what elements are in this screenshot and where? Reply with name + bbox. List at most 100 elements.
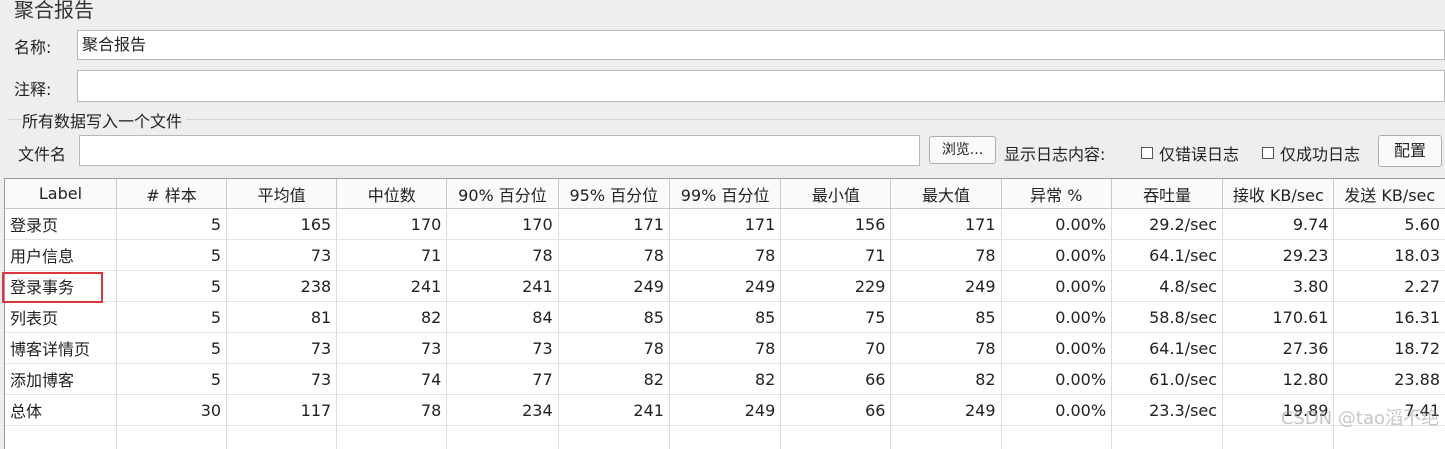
table-cell: 170 [337, 209, 447, 240]
table-cell: 23.3/sec [1112, 395, 1223, 426]
column-header[interactable]: # 样本 [116, 179, 226, 209]
checkbox-box[interactable] [1262, 147, 1274, 159]
column-header[interactable]: 99% 百分位 [669, 179, 780, 209]
table-cell: 171 [669, 209, 780, 240]
table-cell: 241 [558, 395, 669, 426]
errors-only-label: 仅错误日志 [1159, 141, 1239, 165]
table-cell: 78 [669, 333, 780, 364]
table-cell: 5 [116, 240, 226, 271]
table-cell: 30 [116, 395, 226, 426]
configure-button[interactable]: 配置 [1378, 135, 1442, 167]
table-cell: 3.80 [1223, 271, 1334, 302]
table-cell: 234 [447, 395, 558, 426]
file-name-label: 文件名 [18, 141, 66, 165]
table-cell [1112, 426, 1223, 449]
errors-only-checkbox[interactable]: 仅错误日志 [1141, 141, 1239, 165]
table-cell: 85 [669, 302, 780, 333]
table-cell: 18.72 [1334, 333, 1445, 364]
table-row[interactable]: 登录事务52382412412492492292490.00%4.8/sec3.… [5, 271, 1445, 302]
table-cell: 0.00% [1001, 302, 1112, 333]
table-cell [891, 426, 1001, 449]
column-header[interactable]: 最小值 [781, 179, 891, 209]
table-cell: 2.27 [1334, 271, 1445, 302]
table-cell: 添加博客 [5, 364, 116, 395]
file-name-input[interactable] [79, 135, 920, 166]
table-cell [447, 426, 558, 449]
group-divider [8, 119, 1445, 120]
table-cell: 5 [116, 302, 226, 333]
column-header[interactable]: 发送 KB/sec [1334, 179, 1445, 209]
column-header[interactable]: 吞吐量 [1112, 179, 1223, 209]
column-header[interactable]: 95% 百分位 [558, 179, 669, 209]
table-cell: 71 [781, 240, 891, 271]
table-cell: 64.1/sec [1112, 333, 1223, 364]
table-row[interactable]: 添加博客5737477828266820.00%61.0/sec12.8023.… [5, 364, 1445, 395]
column-header[interactable]: 最大值 [891, 179, 1001, 209]
table-cell: 5.60 [1334, 209, 1445, 240]
table-cell: 78 [558, 333, 669, 364]
table-cell: 58.8/sec [1112, 302, 1223, 333]
table-cell: 241 [447, 271, 558, 302]
table-cell: 78 [558, 240, 669, 271]
table-cell: 73 [337, 333, 447, 364]
table-cell: 82 [891, 364, 1001, 395]
table-cell: 0.00% [1001, 271, 1112, 302]
table-cell: 9.74 [1223, 209, 1334, 240]
column-header[interactable]: 接收 KB/sec [1223, 179, 1334, 209]
column-header[interactable]: 异常 % [1001, 179, 1112, 209]
table-cell: 29.23 [1223, 240, 1334, 271]
table-cell: 249 [891, 395, 1001, 426]
column-header[interactable]: 中位数 [337, 179, 447, 209]
table-cell: 238 [227, 271, 337, 302]
table-cell: 81 [227, 302, 337, 333]
table-cell: 73 [227, 333, 337, 364]
table-cell [1001, 426, 1112, 449]
success-only-label: 仅成功日志 [1280, 141, 1360, 165]
column-header[interactable]: 90% 百分位 [447, 179, 558, 209]
table-cell: 73 [227, 240, 337, 271]
table-cell: 5 [116, 333, 226, 364]
browse-button[interactable]: 浏览... [929, 136, 996, 164]
table-cell: 249 [669, 395, 780, 426]
empty-row[interactable] [5, 426, 1445, 449]
table-cell [558, 426, 669, 449]
table-cell: 61.0/sec [1112, 364, 1223, 395]
column-header[interactable]: Label [5, 179, 116, 209]
name-input[interactable]: 聚合报告 [77, 30, 1445, 60]
table-cell [337, 426, 447, 449]
table-cell: 241 [337, 271, 447, 302]
table-cell: 66 [781, 395, 891, 426]
table-cell: 71 [337, 240, 447, 271]
table-cell: 82 [337, 302, 447, 333]
file-group-title: 所有数据写入一个文件 [22, 108, 186, 132]
table-row[interactable]: 登录页51651701701711711561710.00%29.2/sec9.… [5, 209, 1445, 240]
table-cell: 29.2/sec [1112, 209, 1223, 240]
table-cell: 82 [669, 364, 780, 395]
table-cell: 5 [116, 209, 226, 240]
table-cell: 66 [781, 364, 891, 395]
comment-input[interactable] [77, 70, 1445, 102]
table-cell [781, 426, 891, 449]
table-row[interactable]: 博客详情页5737373787870780.00%64.1/sec27.3618… [5, 333, 1445, 364]
table-row[interactable]: 用户信息5737178787871780.00%64.1/sec29.2318.… [5, 240, 1445, 271]
success-only-checkbox[interactable]: 仅成功日志 [1262, 141, 1360, 165]
table-cell: 75 [781, 302, 891, 333]
table-cell: 82 [558, 364, 669, 395]
table-row[interactable]: 总体3011778234241249662490.00%23.3/sec19.8… [5, 395, 1445, 426]
table-cell: 78 [447, 240, 558, 271]
highlight-box [2, 272, 103, 303]
table-row[interactable]: 列表页5818284858575850.00%58.8/sec170.6116.… [5, 302, 1445, 333]
table-cell: 27.36 [1223, 333, 1334, 364]
column-header[interactable]: 平均值 [227, 179, 337, 209]
table-cell: 84 [447, 302, 558, 333]
checkbox-box[interactable] [1141, 147, 1153, 159]
table-cell: 登录页 [5, 209, 116, 240]
table-cell [669, 426, 780, 449]
table-cell: 117 [227, 395, 337, 426]
table-cell: 列表页 [5, 302, 116, 333]
table-cell: 用户信息 [5, 240, 116, 271]
table-cell: 170.61 [1223, 302, 1334, 333]
table-cell [227, 426, 337, 449]
table-cell [5, 426, 116, 449]
table-header-row: Label # 样本 平均值 中位数 90% 百分位 95% 百分位 99% 百… [5, 179, 1445, 209]
